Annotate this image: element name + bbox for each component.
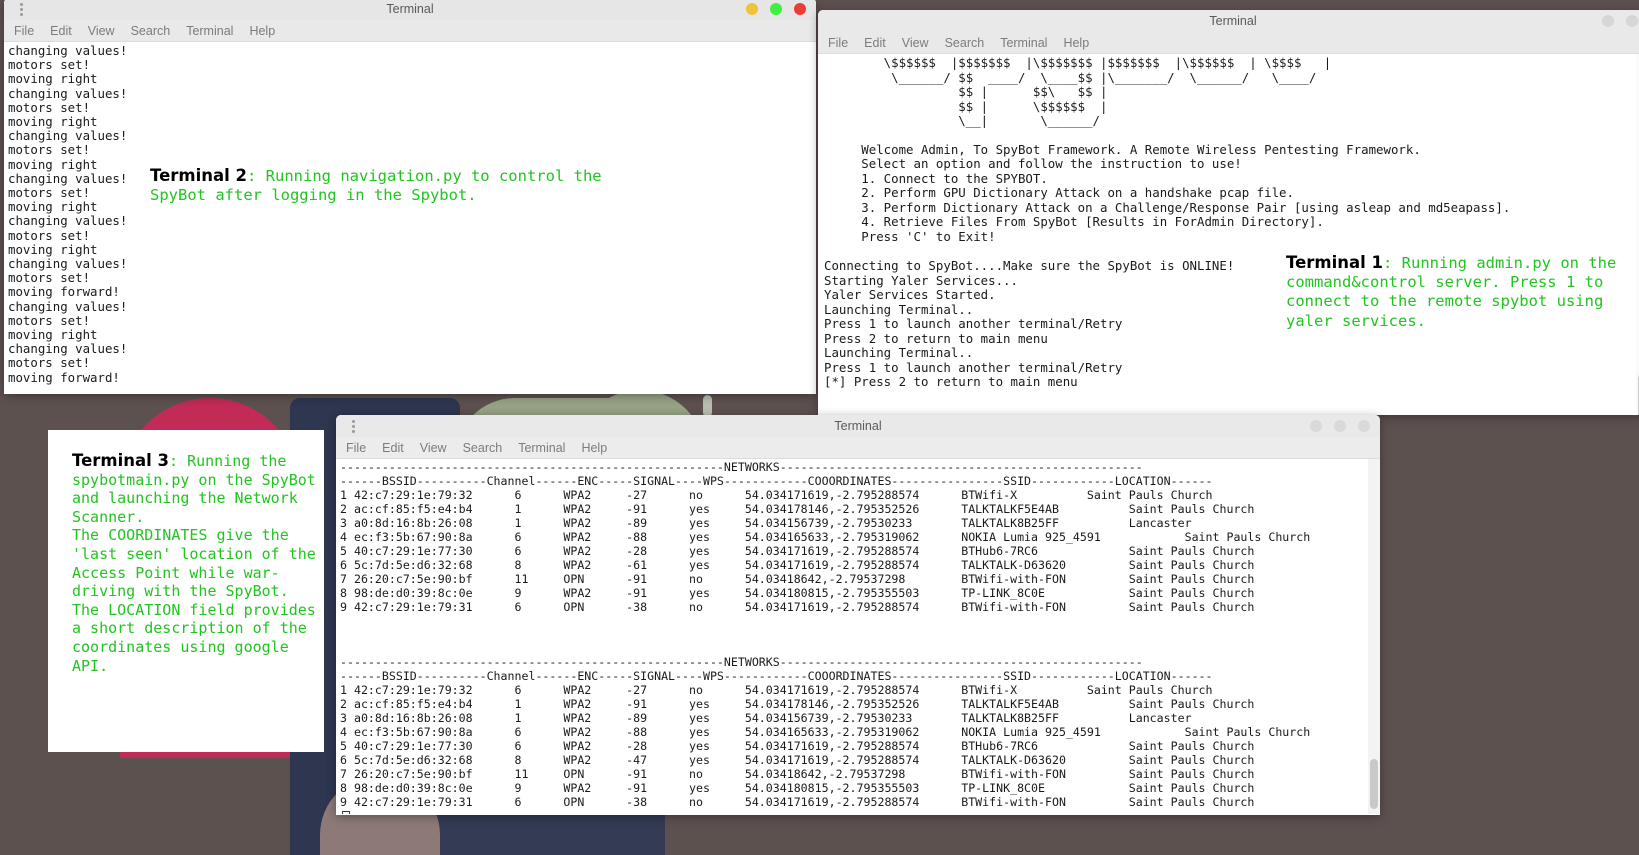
menu-edit[interactable]: Edit [50, 24, 72, 38]
maximize-button[interactable] [1626, 15, 1638, 27]
terminal-cursor [342, 810, 350, 814]
menu-terminal[interactable]: Terminal [186, 24, 233, 38]
menu-edit[interactable]: Edit [382, 441, 404, 455]
menu-search[interactable]: Search [463, 441, 503, 455]
window-title: Terminal [1209, 14, 1257, 28]
menu-dots-icon[interactable] [346, 417, 360, 435]
menubar-terminal-1[interactable]: File Edit View Search Terminal Help [818, 32, 1639, 54]
window-title: Terminal [386, 2, 434, 16]
annotation-terminal-1-label: Terminal 1 [1286, 253, 1384, 272]
close-button[interactable] [794, 3, 806, 15]
annotation-terminal-2-label: Terminal 2 [150, 166, 248, 185]
close-button[interactable] [1358, 420, 1370, 432]
menu-dots-icon[interactable] [14, 0, 28, 18]
window-controls[interactable] [1602, 10, 1638, 32]
menu-search[interactable]: Search [945, 36, 985, 50]
annotation-terminal-1: Terminal 1: Running admin.py on the comm… [1286, 253, 1631, 331]
titlebar-terminal-1[interactable]: Terminal [818, 10, 1639, 32]
window-terminal-3[interactable]: Terminal File Edit View Search Terminal … [336, 415, 1380, 815]
wallpaper-shape-dot [703, 395, 712, 417]
titlebar-terminal-3[interactable]: Terminal [336, 415, 1380, 437]
network-scan-output: ----------------------------------------… [340, 460, 1311, 809]
terminal-2-output: changing values! motors set! moving righ… [8, 43, 128, 385]
menu-file[interactable]: File [346, 441, 366, 455]
annotation-terminal-3-text: : Running the spybotmain.py on the SpyBo… [72, 452, 316, 675]
menu-terminal[interactable]: Terminal [518, 441, 565, 455]
spybot-ascii-banner: \$$$$$$ |$$$$$$$ |\$$$$$$$ |$$$$$$$ |\$$… [883, 55, 1332, 129]
annotation-terminal-3: Terminal 3: Running the spybotmain.py on… [72, 451, 317, 675]
titlebar-terminal-2[interactable]: Terminal [4, 0, 816, 20]
menubar-terminal-3[interactable]: File Edit View Search Terminal Help [336, 437, 1380, 459]
menu-search[interactable]: Search [131, 24, 171, 38]
minimize-button[interactable] [1602, 15, 1614, 27]
menu-terminal[interactable]: Terminal [1000, 36, 1047, 50]
minimize-button[interactable] [1310, 420, 1322, 432]
menu-help[interactable]: Help [249, 24, 275, 38]
annotation-terminal-2: Terminal 2: Running navigation.py to con… [150, 166, 620, 205]
window-title: Terminal [834, 419, 882, 433]
terminal-3-scrollbar[interactable] [1368, 459, 1380, 814]
window-controls[interactable] [746, 0, 806, 20]
terminal-1-body[interactable]: \$$$$$$ |$$$$$$$ |\$$$$$$$ |$$$$$$$ |\$$… [818, 54, 1639, 415]
annotation-terminal-3-label: Terminal 3 [72, 451, 170, 470]
window-terminal-1[interactable]: Terminal File Edit View Search Terminal … [818, 10, 1639, 415]
menu-help[interactable]: Help [1063, 36, 1089, 50]
terminal-3-body[interactable]: ----------------------------------------… [336, 459, 1380, 814]
menu-edit[interactable]: Edit [864, 36, 886, 50]
window-controls[interactable] [1310, 415, 1370, 437]
menubar-terminal-2[interactable]: File Edit View Search Terminal Help [4, 20, 816, 42]
menu-view[interactable]: View [88, 24, 115, 38]
minimize-button[interactable] [746, 3, 758, 15]
maximize-button[interactable] [770, 3, 782, 15]
terminal-2-body[interactable]: changing values! motors set! moving righ… [4, 42, 816, 394]
menu-view[interactable]: View [902, 36, 929, 50]
menu-help[interactable]: Help [581, 441, 607, 455]
menu-file[interactable]: File [828, 36, 848, 50]
maximize-button[interactable] [1334, 420, 1346, 432]
menu-view[interactable]: View [420, 441, 447, 455]
menu-file[interactable]: File [14, 24, 34, 38]
